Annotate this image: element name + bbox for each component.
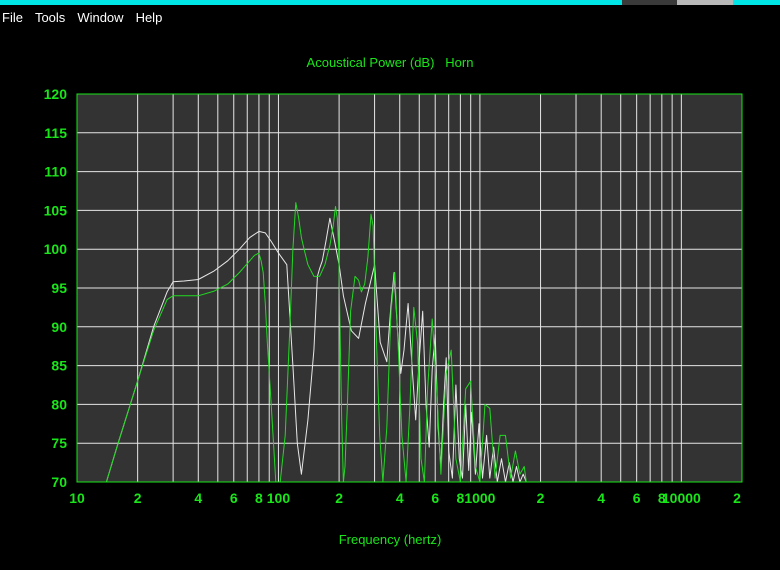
x-tick-label: 8 (456, 490, 464, 506)
x-tick-label: 1000 (464, 490, 495, 506)
y-tick-label: 90 (51, 319, 67, 335)
x-tick-label: 2 (733, 490, 741, 506)
chart-title: Acoustical Power (dB) Horn (307, 55, 474, 70)
x-tick-label: 4 (597, 490, 605, 506)
y-tick-label: 120 (44, 86, 68, 102)
y-tick-label: 115 (44, 125, 67, 141)
y-tick-label: 80 (51, 396, 67, 412)
y-tick-label: 75 (51, 435, 67, 451)
x-axis-label: Frequency (hertz) (339, 532, 442, 547)
y-tick-label: 70 (51, 474, 67, 490)
x-axis-ticks: 10 2 4 6 8 100 2 4 6 8 1000 2 4 6 810000 2 (69, 490, 741, 506)
y-tick-label: 95 (51, 280, 67, 296)
x-tick-label: 6 (633, 490, 641, 506)
y-axis-ticks: 120 115 110 105 100 95 90 85 80 75 70 (44, 86, 68, 490)
x-tick-label: 10 (69, 490, 85, 506)
acoustical-power-chart: Acoustical Power (dB) Horn 1201151101051… (44, 55, 743, 547)
x-tick-label: 10000 (662, 490, 701, 506)
y-tick-label: 85 (51, 358, 67, 374)
x-tick-label: 2 (537, 490, 545, 506)
x-tick-label: 2 (335, 490, 343, 506)
x-tick-label: 4 (396, 490, 404, 506)
x-tick-label: 100 (267, 490, 291, 506)
y-tick-label: 100 (44, 241, 68, 257)
y-tick-label: 105 (44, 202, 68, 218)
x-tick-label: 6 (230, 490, 238, 506)
x-tick-label: 4 (194, 490, 202, 506)
x-tick-label: 6 (431, 490, 439, 506)
x-tick-label: 8 (255, 490, 263, 506)
x-tick-label: 2 (134, 490, 142, 506)
y-tick-label: 110 (44, 164, 67, 180)
